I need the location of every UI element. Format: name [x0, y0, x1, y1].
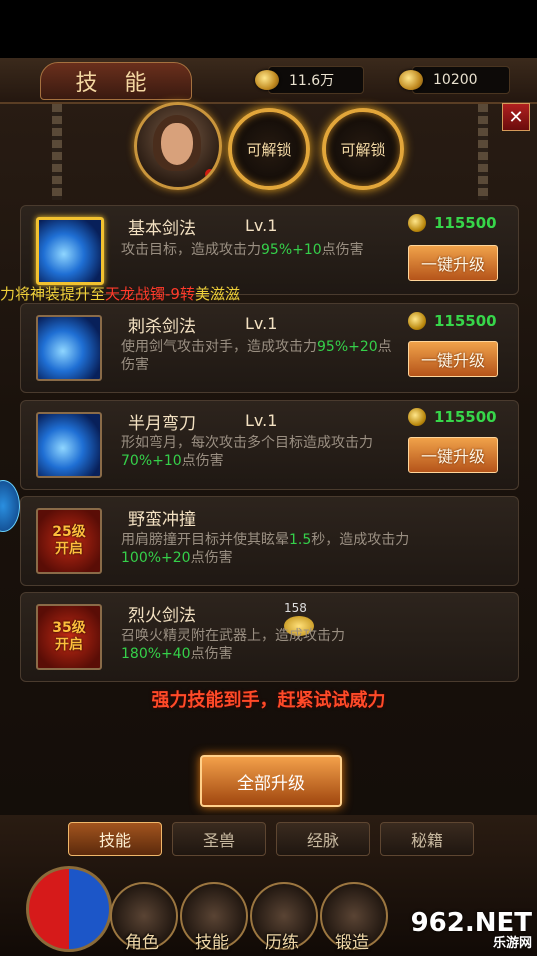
panel-title: 技 能	[40, 62, 192, 100]
skill-description: 攻击目标，造成攻击力95%+10点伤害	[121, 242, 364, 258]
skill-description: 使用剑气攻击对手，造成攻击力95%+20点伤害	[121, 339, 392, 373]
nav-training-label: 历练	[265, 933, 299, 953]
tab-holy-beast[interactable]: 圣兽	[172, 822, 266, 856]
upgrade-button[interactable]: 一键升级	[408, 437, 498, 473]
coin-amount: 11.6万	[289, 73, 335, 89]
skill-icon-half-moon-blade[interactable]	[36, 412, 102, 478]
drop-count: 158	[284, 601, 307, 615]
skill-description: 用肩膀撞开目标并使其眩晕1.5秒，造成攻击力100%+20点伤害	[121, 532, 410, 566]
skill-icon-assassinate-sword[interactable]	[36, 315, 102, 381]
nav-skills-label: 技能	[195, 933, 229, 953]
coin-balance: 11.6万	[255, 66, 364, 94]
coin-icon	[408, 312, 426, 330]
notification-dot	[205, 169, 215, 179]
promo-text: 强力技能到手，赶紧试试威力	[151, 690, 386, 711]
skill-level: Lv.1	[245, 216, 278, 235]
broadcast-ticker: 力将神装提升至天龙战镯-9转美滋滋	[0, 285, 240, 303]
skill-cost: 115500	[408, 408, 497, 426]
tab-secret-manual[interactable]: 秘籍	[380, 822, 474, 856]
coin-icon	[255, 70, 279, 90]
unlock-slot-1[interactable]: 可解锁	[228, 108, 310, 190]
skill-icon-basic-sword[interactable]	[36, 217, 104, 285]
chain-right-decoration	[478, 104, 488, 200]
unlock-slot-2[interactable]: 可解锁	[322, 108, 404, 190]
nav-forge-label: 锻造	[335, 933, 369, 953]
skill-name: 野蛮冲撞	[128, 510, 196, 530]
skill-name: 基本剑法	[128, 219, 196, 239]
skill-level: Lv.1	[245, 411, 278, 430]
tab-skills[interactable]: 技能	[68, 822, 162, 856]
skill-level: Lv.1	[245, 314, 278, 333]
upgrade-button[interactable]: 一键升级	[408, 245, 498, 281]
skill-name: 刺杀剑法	[128, 317, 196, 337]
status-bar-area	[0, 0, 537, 58]
gold-ingot-icon	[399, 70, 423, 90]
close-button[interactable]: ✕	[502, 103, 530, 131]
skill-description: 召唤火精灵附在武器上，造成攻击力180%+40点伤害	[121, 628, 345, 662]
upgrade-all-button[interactable]: 全部升级	[200, 755, 342, 807]
skill-name: 烈火剑法	[128, 606, 196, 626]
skill-icon-locked[interactable]: 35级 开启	[36, 604, 102, 670]
gold-balance: 10200	[399, 66, 510, 94]
upgrade-button[interactable]: 一键升级	[408, 341, 498, 377]
skill-name: 半月弯刀	[128, 414, 196, 434]
coin-icon	[408, 214, 426, 232]
nav-character-label: 角色	[125, 933, 159, 953]
skill-cost: 115500	[408, 214, 497, 232]
yin-yang-icon[interactable]	[26, 866, 112, 952]
hero-portrait[interactable]	[134, 102, 222, 190]
coin-icon	[408, 408, 426, 426]
skill-description: 形如弯月，每次攻击多个目标造成攻击力70%+10点伤害	[121, 435, 373, 469]
chain-left-decoration	[52, 104, 62, 200]
gold-amount: 10200	[433, 72, 478, 88]
tab-meridians[interactable]: 经脉	[276, 822, 370, 856]
site-watermark: 962.NET 乐游网	[410, 908, 532, 951]
skill-icon-locked[interactable]: 25级 开启	[36, 508, 102, 574]
skill-cost: 115500	[408, 312, 497, 330]
